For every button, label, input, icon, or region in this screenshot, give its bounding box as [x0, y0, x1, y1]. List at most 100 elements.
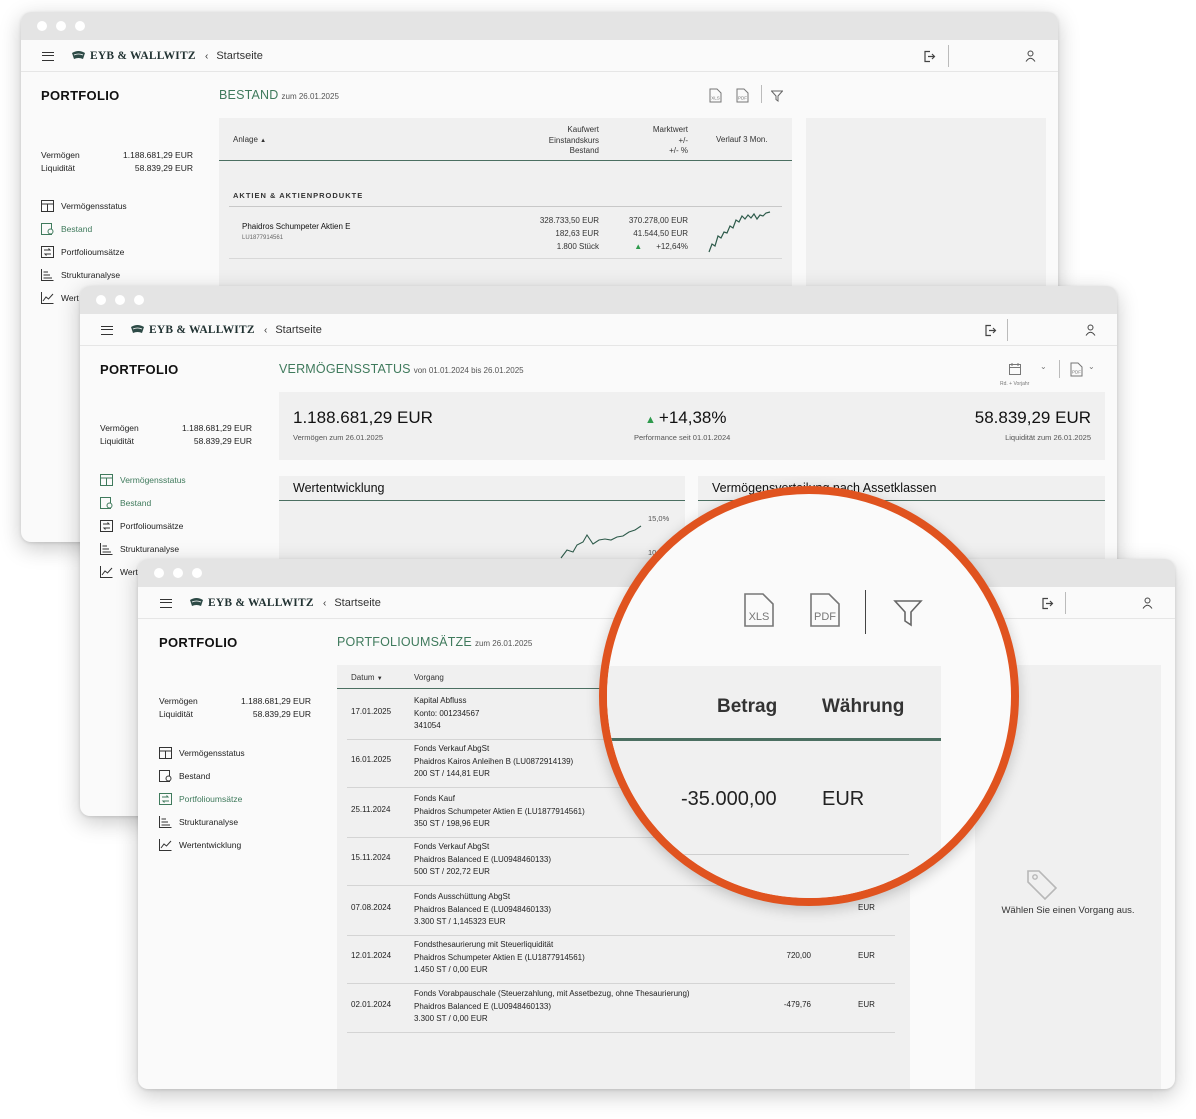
- tx-quantity: 500 ST / 202,72 EUR: [414, 867, 490, 876]
- breadcrumb-home[interactable]: Startseite: [275, 324, 321, 336]
- breadcrumb-home[interactable]: Startseite: [334, 597, 380, 609]
- liquiditaet-label: Liquidität: [41, 162, 76, 173]
- column-anlage[interactable]: Anlage ▲: [233, 135, 266, 144]
- xls-icon[interactable]: XLS: [709, 88, 722, 108]
- tx-type: Fonds Ausschüttung AbgSt: [414, 892, 511, 901]
- window-dot[interactable]: [37, 21, 47, 31]
- window-dot[interactable]: [115, 295, 125, 305]
- sidebar-item-wertentwicklung[interactable]: Wertentwicklung: [159, 833, 245, 856]
- column-vorgang[interactable]: Vorgang: [414, 673, 444, 682]
- column-kaufwert: Kaufwert Einstandskurs Bestand: [549, 125, 599, 157]
- window-dot[interactable]: [134, 295, 144, 305]
- sidebar-item-strukturanalyse[interactable]: Strukturanalyse: [159, 810, 245, 833]
- column-datum[interactable]: Datum ▼: [351, 673, 383, 682]
- breadcrumb[interactable]: ‹ Startseite: [205, 40, 263, 72]
- tx-quantity: 350 ST / 198,96 EUR: [414, 819, 490, 828]
- svg-text:XLS: XLS: [711, 96, 720, 101]
- performance-kpi-caption: Performance seit 01.01.2024: [634, 433, 731, 442]
- header-rule: [219, 160, 792, 161]
- tx-quantity: 341054: [414, 721, 441, 730]
- breadcrumb-home[interactable]: Startseite: [216, 50, 262, 62]
- sidebar-item-vermoegensstatus[interactable]: Vermögensstatus: [100, 468, 186, 491]
- liquiditaet-value: 58.839,29 EUR: [134, 162, 193, 173]
- tx-date: 12.01.2024: [351, 951, 392, 960]
- user-icon[interactable]: [1085, 314, 1096, 346]
- compare-selector[interactable]: Rd. + Vorjahr: [1000, 362, 1029, 387]
- sidebar-nav: Vermögensstatus Bestand Portfolioumsätze…: [159, 741, 245, 856]
- sidebar-item-bestand[interactable]: Bestand: [159, 764, 245, 787]
- dashboard-icon: [159, 746, 172, 759]
- logout-icon[interactable]: [984, 314, 997, 346]
- sidebar-item-vermoegensstatus[interactable]: Vermögensstatus: [41, 194, 127, 217]
- pdf-icon[interactable]: PDF: [808, 592, 842, 633]
- chevron-left-icon: ‹: [205, 50, 209, 62]
- sidebar-label: Bestand: [179, 770, 211, 781]
- sidebar-item-strukturanalyse[interactable]: Strukturanalyse: [100, 537, 186, 560]
- window-dot[interactable]: [56, 21, 66, 31]
- page-title-text: BESTAND: [219, 88, 279, 102]
- menu-icon[interactable]: [42, 51, 54, 61]
- logo[interactable]: EYB & WALLWITZ: [130, 314, 255, 346]
- header-rule: [607, 738, 941, 741]
- table-row[interactable]: 12.01.2024 Fondsthesaurierung mit Steuerl…: [337, 939, 910, 985]
- logo[interactable]: EYB & WALLWITZ: [71, 40, 196, 72]
- tx-date: 02.01.2024: [351, 1000, 392, 1009]
- logout-icon[interactable]: [923, 40, 936, 72]
- window-dot[interactable]: [154, 568, 164, 578]
- chevron-down-icon[interactable]: ⌄: [1088, 362, 1095, 371]
- sidebar-label: Portfolioumsätze: [179, 793, 243, 804]
- filter-icon[interactable]: [770, 89, 784, 107]
- user-icon[interactable]: [1025, 40, 1036, 72]
- holdings-icon: [159, 769, 172, 782]
- logo-text: EYB & WALLWITZ: [90, 50, 196, 62]
- breadcrumb[interactable]: ‹ Startseite: [264, 314, 322, 346]
- tx-detail: Phaidros Balanced E (LU0948460133): [414, 904, 551, 914]
- window-dot[interactable]: [173, 568, 183, 578]
- window-dot[interactable]: [96, 295, 106, 305]
- logo-text: EYB & WALLWITZ: [149, 324, 255, 336]
- portfolio-summary: Vermögen 1.188.681,29 EUR Liquidität 58.83…: [41, 149, 193, 174]
- chevron-down-icon[interactable]: ⌄: [1040, 362, 1047, 371]
- sidebar-item-portfolioumsaetze[interactable]: Portfolioumsätze: [41, 240, 127, 263]
- sparkline: [708, 211, 771, 253]
- sidebar-label: Portfolioumsätze: [61, 246, 125, 257]
- portfolio-heading: PORTFOLIO: [41, 88, 120, 103]
- sidebar-label: Strukturanalyse: [179, 816, 239, 827]
- pdf-icon[interactable]: PDF: [1070, 362, 1083, 382]
- table-row[interactable]: 02.01.2024 Fonds Vorabpauschale (Steuerza…: [337, 988, 910, 1034]
- tx-type: Fonds Verkauf AbgSt: [414, 744, 490, 753]
- liquiditaet-label: Liquidität: [159, 708, 194, 719]
- filter-icon[interactable]: [893, 598, 923, 633]
- user-icon[interactable]: [1142, 587, 1153, 619]
- transactions-icon: [159, 792, 172, 805]
- sidebar-label: Wertentwicklung: [179, 839, 242, 850]
- tx-type: Fondsthesaurierung mit Steuerliquidität: [414, 940, 554, 949]
- logout-icon[interactable]: [1041, 587, 1054, 619]
- xls-icon[interactable]: XLS: [742, 592, 776, 633]
- sidebar-item-vermoegensstatus[interactable]: Vermögensstatus: [159, 741, 245, 764]
- sidebar-item-strukturanalyse[interactable]: Strukturanalyse: [41, 263, 127, 286]
- sidebar-item-portfolioumsaetze[interactable]: Portfolioumsätze: [100, 514, 186, 537]
- column-waehrung[interactable]: Währung: [822, 696, 904, 718]
- window-dot[interactable]: [192, 568, 202, 578]
- tx-quantity: 3.300 ST / 1,145323 EUR: [414, 917, 506, 926]
- pdf-icon[interactable]: PDF: [736, 88, 749, 108]
- breadcrumb[interactable]: ‹ Startseite: [323, 587, 381, 619]
- column-betrag[interactable]: Betrag: [717, 696, 777, 718]
- window-chrome: [80, 286, 1117, 314]
- menu-icon[interactable]: [160, 598, 172, 608]
- column-label: +/-: [678, 135, 688, 145]
- logo-icon: [131, 325, 144, 333]
- logo[interactable]: EYB & WALLWITZ: [189, 587, 314, 619]
- sidebar-item-bestand[interactable]: Bestand: [100, 491, 186, 514]
- menu-icon[interactable]: [101, 325, 113, 335]
- sidebar-label: Vermögensstatus: [179, 747, 245, 758]
- sidebar-label: Wert: [120, 566, 138, 577]
- top-bar: EYB & WALLWITZ ‹ Startseite: [80, 314, 1117, 346]
- tx-detail: Phaidros Kairos Anleihen B (LU0872914139…: [414, 756, 574, 766]
- sidebar-item-portfolioumsaetze[interactable]: Portfolioumsätze: [159, 787, 245, 810]
- window-dot[interactable]: [75, 21, 85, 31]
- sort-desc-icon: ▼: [376, 676, 383, 682]
- sidebar-item-bestand[interactable]: Bestand: [41, 217, 127, 240]
- column-verlauf: Verlauf 3 Mon.: [716, 135, 768, 144]
